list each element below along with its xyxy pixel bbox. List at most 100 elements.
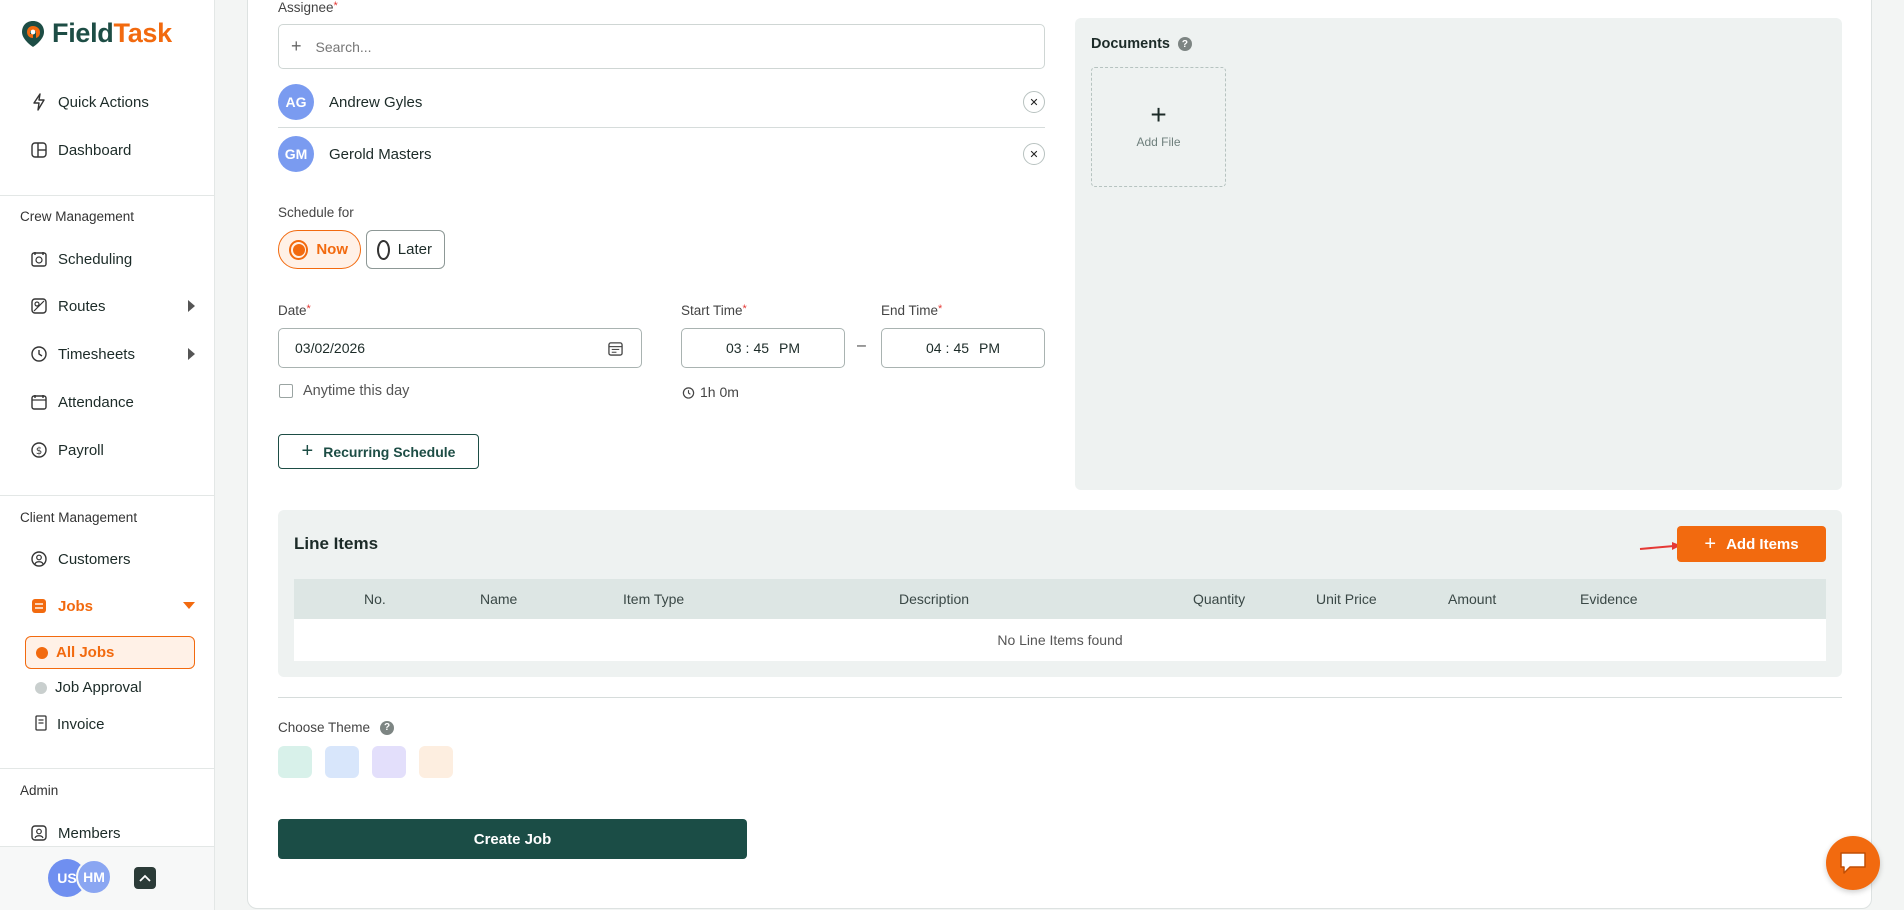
empty-table-message: No Line Items found xyxy=(294,619,1826,661)
chevron-right-icon xyxy=(188,300,195,312)
avatar: GM xyxy=(278,136,314,172)
sidebar-divider xyxy=(0,768,214,769)
assignee-name: Andrew Gyles xyxy=(329,93,423,111)
create-job-button[interactable]: Create Job xyxy=(278,819,747,859)
nav-routes[interactable]: Routes xyxy=(30,292,195,320)
column-header[interactable]: Description xyxy=(899,591,969,607)
column-header[interactable]: Evidence xyxy=(1580,591,1638,607)
map-icon xyxy=(30,297,48,315)
nav-dashboard[interactable]: Dashboard xyxy=(30,136,195,164)
logo-icon xyxy=(22,20,44,47)
remove-assignee-button[interactable]: ✕ xyxy=(1023,143,1045,165)
section-admin: Admin xyxy=(20,783,59,798)
schedule-later-radio[interactable]: Later xyxy=(366,230,445,269)
remove-assignee-button[interactable]: ✕ xyxy=(1023,91,1045,113)
nav-quick-actions[interactable]: Quick Actions xyxy=(30,88,195,116)
expand-button[interactable] xyxy=(134,867,156,889)
help-icon[interactable]: ? xyxy=(1177,37,1192,51)
anytime-checkbox[interactable] xyxy=(279,384,293,398)
calendar-icon xyxy=(30,393,48,411)
radio-checked-icon xyxy=(289,239,309,260)
schedule-now-radio[interactable]: Now xyxy=(278,230,361,269)
nav-payroll[interactable]: $ Payroll xyxy=(30,436,195,464)
timer-icon xyxy=(682,386,695,399)
dollar-icon: $ xyxy=(30,441,48,459)
end-time-label: End Time* xyxy=(881,303,943,318)
search-input[interactable]: Search... xyxy=(316,39,372,55)
plus-icon: + xyxy=(301,440,314,462)
jobs-icon xyxy=(30,597,48,615)
time-separator: – xyxy=(857,337,866,354)
dashboard-icon xyxy=(30,141,48,159)
calendar-clock-icon xyxy=(30,250,48,268)
assignee-name: Gerold Masters xyxy=(329,145,432,163)
clock-icon xyxy=(30,345,48,363)
members-icon xyxy=(30,824,48,842)
nav-job-approval[interactable]: Job Approval xyxy=(25,671,195,704)
sidebar: FieldTask Quick Actions Dashboard Crew M… xyxy=(0,0,215,910)
assignee-row: GM Gerold Masters ✕ xyxy=(278,129,1045,179)
nav-invoice[interactable]: Invoice xyxy=(25,708,195,741)
nav-timesheets[interactable]: Timesheets xyxy=(30,340,195,368)
column-header[interactable]: No. xyxy=(364,591,386,607)
start-time-field[interactable]: 03:45 PM xyxy=(681,328,845,368)
radio-unchecked-icon xyxy=(377,239,390,260)
chat-icon xyxy=(1840,852,1866,874)
column-header[interactable]: Quantity xyxy=(1193,591,1245,607)
plus-icon: + xyxy=(1150,99,1167,130)
theme-swatch-blue[interactable] xyxy=(325,746,359,778)
lightning-icon xyxy=(30,93,48,111)
line-items-title: Line Items xyxy=(294,534,379,553)
theme-swatch-purple[interactable] xyxy=(372,746,406,778)
add-items-button[interactable]: + Add Items xyxy=(1677,526,1826,562)
theme-swatch-peach[interactable] xyxy=(419,746,453,778)
help-icon[interactable]: ? xyxy=(380,720,395,735)
avatar: AG xyxy=(278,84,314,120)
nav-attendance[interactable]: Attendance xyxy=(30,388,195,416)
arrow-annotation-icon xyxy=(1639,542,1681,550)
nav-members[interactable]: Members xyxy=(30,819,195,847)
start-time-label: Start Time* xyxy=(681,303,747,318)
section-crew-management: Crew Management xyxy=(20,209,135,224)
assignee-row: AG Andrew Gyles ✕ xyxy=(278,77,1045,127)
sidebar-footer: US HM xyxy=(0,846,214,910)
assignee-search[interactable]: + Search... xyxy=(278,24,1045,69)
chevron-right-icon xyxy=(188,348,195,360)
nav-jobs[interactable]: Jobs xyxy=(30,592,195,620)
sidebar-divider xyxy=(0,495,214,496)
plus-icon: + xyxy=(291,36,302,56)
anytime-label: Anytime this day xyxy=(303,383,410,399)
section-divider xyxy=(278,697,1842,698)
plus-icon: + xyxy=(1704,532,1717,555)
nav-scheduling[interactable]: Scheduling xyxy=(30,245,195,273)
column-header[interactable]: Item Type xyxy=(623,591,684,607)
calendar-icon[interactable] xyxy=(608,341,623,359)
approval-icon xyxy=(35,681,47,694)
theme-label: Choose Theme ? xyxy=(278,720,395,735)
all-jobs-icon xyxy=(36,646,48,659)
svg-text:$: $ xyxy=(36,446,42,457)
user-icon xyxy=(30,550,48,568)
column-header[interactable]: Unit Price xyxy=(1316,591,1377,607)
duration-display: 1h 0m xyxy=(682,384,739,400)
date-field[interactable]: 03/02/2026 xyxy=(278,328,642,368)
nav-customers[interactable]: Customers xyxy=(30,545,195,573)
column-header[interactable]: Name xyxy=(480,591,517,607)
logo[interactable]: FieldTask xyxy=(20,18,172,49)
chat-button[interactable] xyxy=(1826,836,1880,890)
brand-name: FieldTask xyxy=(52,18,172,48)
nav-all-jobs[interactable]: All Jobs xyxy=(25,636,195,669)
invoice-icon xyxy=(35,714,49,735)
end-time-field[interactable]: 04:45 PM xyxy=(881,328,1045,368)
column-header[interactable]: Amount xyxy=(1448,591,1496,607)
chevron-up-icon xyxy=(139,874,151,882)
section-client-management: Client Management xyxy=(20,510,138,525)
line-items-table-header: No. Name Item Type Description Quantity … xyxy=(294,579,1826,619)
schedule-label: Schedule for xyxy=(278,205,354,220)
date-label: Date* xyxy=(278,303,311,318)
add-file-button[interactable]: + Add File xyxy=(1091,67,1226,187)
assignee-label: Assignee* xyxy=(278,0,338,15)
avatar[interactable]: HM xyxy=(76,859,112,895)
theme-swatch-green[interactable] xyxy=(278,746,312,778)
recurring-schedule-button[interactable]: + Recurring Schedule xyxy=(278,434,479,469)
